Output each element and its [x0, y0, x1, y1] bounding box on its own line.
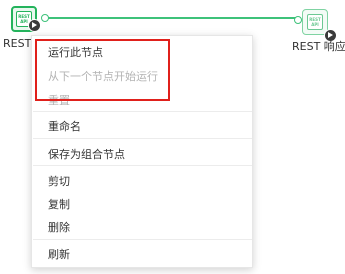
run-status-icon: [28, 19, 41, 32]
node-connector-line[interactable]: [46, 17, 300, 19]
menu-divider: [33, 239, 252, 240]
menu-item-refresh[interactable]: 刷新: [48, 246, 70, 262]
menu-divider: [33, 165, 252, 166]
menu-divider: [33, 138, 252, 139]
node-context-menu: 运行此节点 从下一个节点开始运行 重置 重命名 保存为组合节点 剪切 复制 删除…: [31, 35, 253, 268]
menu-item-rename[interactable]: 重命名: [48, 118, 81, 134]
source-output-port[interactable]: [41, 14, 49, 22]
rest-api-node-icon: REST API: [307, 14, 323, 30]
source-node-caption: REST: [3, 37, 32, 50]
menu-item-delete[interactable]: 删除: [48, 219, 70, 235]
target-input-port[interactable]: [294, 16, 302, 24]
target-node-caption: REST 响应: [292, 40, 345, 53]
menu-item-cut[interactable]: 剪切: [48, 173, 70, 189]
menu-item-run-from-next: 从下一个节点开始运行: [48, 70, 158, 83]
menu-item-run-node[interactable]: 运行此节点: [48, 44, 103, 60]
menu-divider: [33, 111, 252, 112]
menu-item-reset: 重置: [48, 94, 70, 107]
menu-item-save-as-group[interactable]: 保存为组合节点: [48, 146, 125, 162]
menu-item-copy[interactable]: 复制: [48, 196, 70, 212]
workflow-canvas[interactable]: REST API REST REST API REST 响应 运行此节点 从下一…: [0, 0, 345, 274]
